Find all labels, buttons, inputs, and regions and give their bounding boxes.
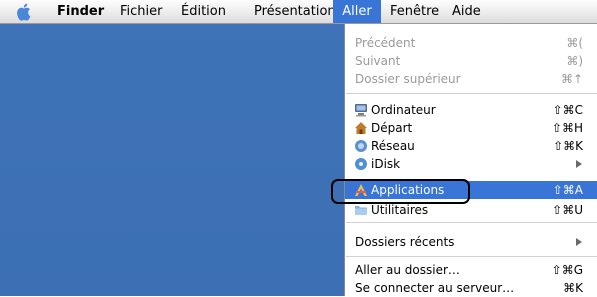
menu-item-ordinateur[interactable]: Ordinateur ⇧⌘C: [345, 101, 597, 119]
home-icon: [355, 122, 367, 134]
menu-fenetre[interactable]: Fenêtre: [390, 0, 439, 23]
menu-aller[interactable]: Aller: [333, 0, 381, 23]
menu-item-depart[interactable]: Départ ⇧⌘H: [345, 119, 597, 137]
menu-item-dossier-superieur[interactable]: Dossier supérieur ⌘↑: [345, 70, 597, 88]
apple-menu-icon[interactable]: [14, 0, 36, 23]
menu-separator: [346, 93, 597, 94]
menu-item-applications[interactable]: Applications ⇧⌘A: [345, 181, 597, 199]
submenu-arrow-icon: [576, 238, 582, 246]
menu-presentation[interactable]: Présentation: [254, 0, 336, 23]
aller-dropdown-menu: Précédent ⌘( Suivant ⌘) Dossier supérieu…: [344, 24, 597, 296]
applications-icon: [355, 184, 367, 196]
menu-item-idisk[interactable]: iDisk: [345, 155, 597, 173]
menu-item-reseau[interactable]: Réseau ⇧⌘K: [345, 137, 597, 155]
menu-bar: Finder Fichier Édition Présentation Alle…: [0, 0, 597, 24]
menu-item-utilitaires[interactable]: Utilitaires ⇧⌘U: [345, 201, 597, 219]
menu-item-precedent[interactable]: Précédent ⌘(: [345, 34, 597, 52]
computer-icon: [355, 104, 367, 117]
menu-item-dossiers-recents[interactable]: Dossiers récents: [345, 233, 597, 251]
menu-item-aller-au-dossier[interactable]: Aller au dossier… ⇧⌘G: [345, 261, 597, 279]
utilities-folder-icon: [355, 206, 367, 215]
menu-finder[interactable]: Finder: [57, 0, 104, 23]
menu-separator: [346, 222, 597, 223]
idisk-icon: [355, 158, 367, 170]
menu-item-suivant[interactable]: Suivant ⌘): [345, 52, 597, 70]
network-icon: [355, 140, 367, 152]
menu-edition[interactable]: Édition: [181, 0, 226, 23]
menu-aide[interactable]: Aide: [452, 0, 481, 23]
submenu-arrow-icon: [576, 160, 582, 168]
menu-separator: [346, 256, 597, 257]
menu-fichier[interactable]: Fichier: [120, 0, 163, 23]
menu-item-se-connecter-au-serveur[interactable]: Se connecter au serveur… ⌘K: [345, 279, 597, 297]
